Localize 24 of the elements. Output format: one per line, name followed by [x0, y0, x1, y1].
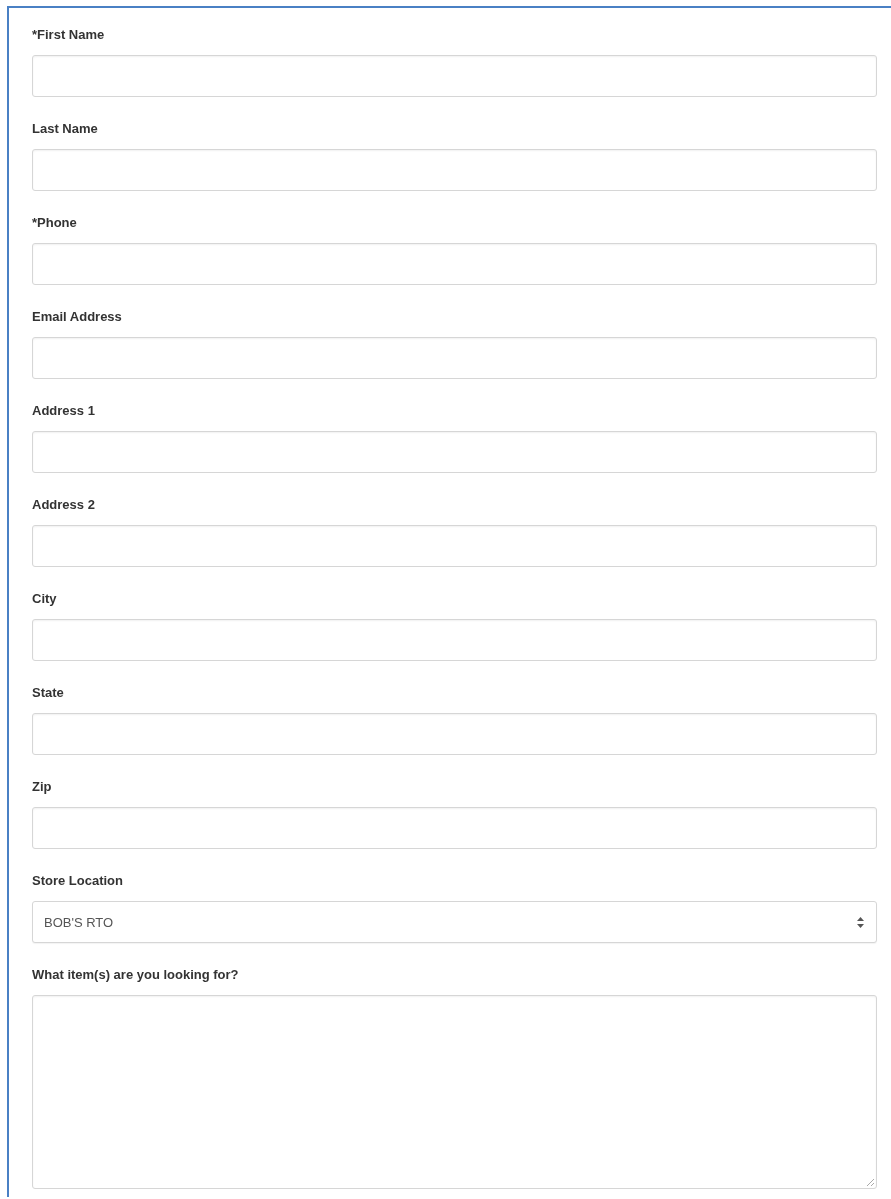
field-label: Store Location — [32, 873, 124, 889]
field-label: Zip — [32, 779, 53, 795]
resize-grip-icon[interactable] — [866, 1178, 874, 1186]
text-field[interactable] — [32, 619, 877, 661]
field-label: Address 1 — [32, 403, 96, 419]
field-label: *Phone — [32, 215, 78, 231]
field-label: City — [32, 591, 58, 607]
field-label: Address 2 — [32, 497, 96, 513]
text-area[interactable] — [32, 995, 877, 1189]
text-field[interactable] — [32, 525, 877, 567]
field-label: What item(s) are you looking for? — [32, 967, 240, 983]
text-field[interactable] — [32, 243, 877, 285]
field-label: State — [32, 685, 65, 701]
text-field[interactable] — [32, 55, 877, 97]
text-field[interactable] — [32, 149, 877, 191]
text-field[interactable] — [32, 431, 877, 473]
text-field[interactable] — [32, 807, 877, 849]
field-label: Email Address — [32, 309, 123, 325]
up-down-arrows-icon — [857, 916, 864, 928]
text-field[interactable] — [32, 713, 877, 755]
field-label: *First Name — [32, 27, 106, 43]
field-label: Last Name — [32, 121, 99, 137]
select-field[interactable]: BOB'S RTO — [32, 901, 877, 943]
text-field[interactable] — [32, 337, 877, 379]
